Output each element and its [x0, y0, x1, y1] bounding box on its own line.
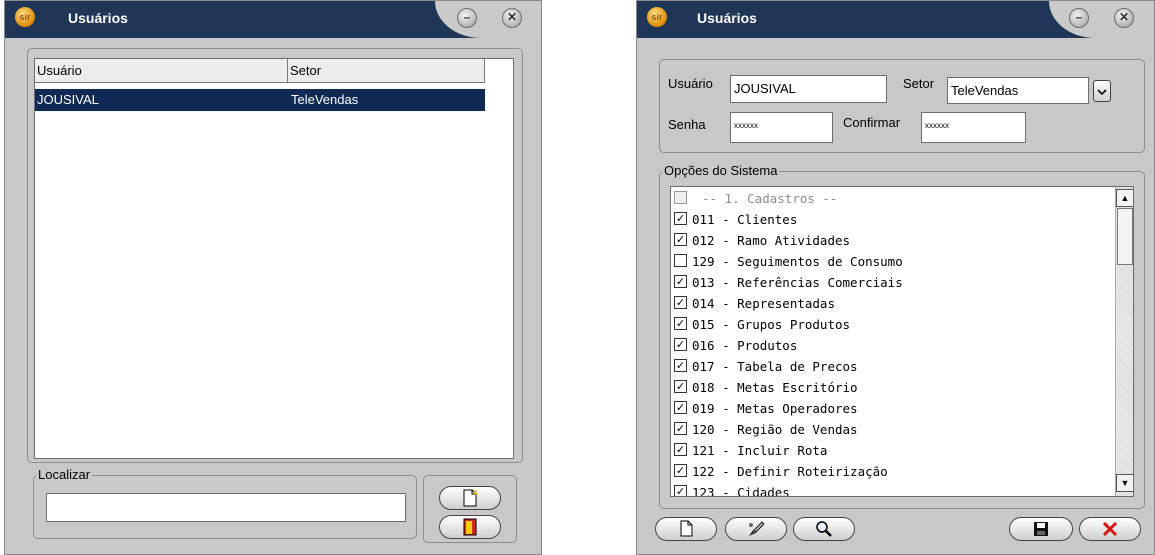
exit-door-icon	[463, 518, 477, 536]
window-title: Usuários	[697, 10, 757, 26]
users-grid-frame: Usuário Setor JOUSIVAL TeleVendas	[27, 48, 523, 463]
user-edit-window: sir Usuários – ✕ Usuário JOUSIVAL Setor …	[636, 0, 1155, 555]
search-icon	[816, 521, 832, 537]
confirmar-label: Confirmar	[843, 115, 901, 130]
option-checkbox[interactable]: ✓	[674, 338, 687, 351]
option-label: 012 - Ramo Atividades	[692, 233, 851, 248]
option-label: 120 - Região de Vendas	[692, 422, 858, 437]
window-title: Usuários	[68, 10, 128, 26]
senha-label: Senha	[668, 117, 706, 132]
new-document-icon	[680, 520, 693, 537]
search-legend: Localizar	[36, 467, 93, 482]
scrollbar-thumb[interactable]	[1117, 208, 1133, 265]
system-options-group: Opções do Sistema -- 1. Cadastros -- ✓ 011…	[659, 163, 1145, 509]
option-label: 016 - Produtos	[692, 338, 798, 353]
option-checkbox[interactable]	[674, 254, 687, 267]
option-label: 015 - Grupos Produtos	[692, 317, 851, 332]
new-document-icon	[463, 488, 479, 507]
option-checkbox[interactable]: ✓	[674, 443, 687, 456]
option-label: 011 - Clientes	[692, 212, 798, 227]
option-label: -- 1. Cadastros --	[702, 191, 838, 206]
exit-button[interactable]	[439, 515, 501, 539]
option-checkbox[interactable]: ✓	[674, 212, 687, 225]
cancel-button[interactable]	[1079, 517, 1141, 541]
table-row[interactable]: JOUSIVAL TeleVendas	[35, 89, 485, 111]
setor-dropdown-button[interactable]	[1093, 80, 1111, 102]
minimize-icon[interactable]: –	[457, 8, 477, 28]
user-form-group: Usuário JOUSIVAL Setor TeleVendas Senha …	[659, 59, 1145, 153]
option-label: 017 - Tabela de Precos	[692, 359, 858, 374]
save-disk-icon	[1034, 522, 1048, 536]
option-checkbox[interactable]: ✓	[674, 422, 687, 435]
setor-select[interactable]: TeleVendas	[947, 77, 1089, 104]
option-checkbox[interactable]: ✓	[674, 275, 687, 288]
senha-input[interactable]: xxxxxx	[730, 112, 833, 143]
option-checkbox[interactable]: ✓	[674, 317, 687, 330]
vertical-scrollbar[interactable]: ▲ ▼	[1115, 187, 1133, 496]
chevron-down-icon	[1097, 89, 1107, 96]
new-button[interactable]	[439, 486, 501, 510]
option-checkbox[interactable]: ✓	[674, 380, 687, 393]
option-checkbox[interactable]: ✓	[674, 359, 687, 372]
option-checkbox[interactable]: ✓	[674, 464, 687, 477]
cancel-x-icon	[1102, 521, 1118, 537]
option-checkbox[interactable]: ✓	[674, 401, 687, 414]
option-label: 129 - Seguimentos de Consumo	[692, 254, 903, 269]
title-bar: sir Usuários – ✕	[5, 1, 541, 38]
title-bar: sir Usuários – ✕	[637, 1, 1154, 38]
new-button[interactable]	[655, 517, 717, 541]
option-label: 122 - Definir Roteirização	[692, 464, 888, 479]
users-list-window: sir Usuários – ✕ Usuário Setor JOUSIVAL …	[4, 0, 542, 555]
edit-button[interactable]	[725, 517, 787, 541]
option-label: 013 - Referências Comerciais	[692, 275, 903, 290]
left-buttons-group	[423, 475, 517, 543]
system-options-list: -- 1. Cadastros -- ✓ 011 - Clientes ✓ 012 - …	[670, 186, 1134, 497]
minimize-icon[interactable]: –	[1069, 8, 1089, 28]
option-label: 014 - Representadas	[692, 296, 835, 311]
users-grid: Usuário Setor JOUSIVAL TeleVendas	[34, 58, 514, 459]
option-label: 018 - Metas Escritório	[692, 380, 858, 395]
scroll-up-icon[interactable]: ▲	[1116, 189, 1133, 207]
close-icon[interactable]: ✕	[1114, 8, 1134, 28]
option-label: 019 - Metas Operadores	[692, 401, 858, 416]
close-icon[interactable]: ✕	[502, 8, 522, 28]
system-options-legend: Opções do Sistema	[662, 163, 780, 178]
column-header-setor[interactable]: Setor	[288, 59, 485, 83]
edit-brush-icon	[749, 521, 765, 536]
option-checkbox[interactable]: ✓	[674, 485, 687, 496]
option-label: 121 - Incluir Rota	[692, 443, 828, 458]
sir-logo-icon: sir	[15, 7, 35, 27]
confirmar-input[interactable]: xxxxxx	[921, 112, 1026, 143]
setor-label: Setor	[903, 76, 935, 91]
cell-usuario: JOUSIVAL	[37, 92, 99, 107]
option-checkbox[interactable]: ✓	[674, 233, 687, 246]
options-list-content: -- 1. Cadastros -- ✓ 011 - Clientes ✓ 012 - …	[671, 188, 1111, 497]
save-button[interactable]	[1009, 517, 1073, 541]
search-group: Localizar	[33, 467, 417, 539]
cell-setor: TeleVendas	[291, 92, 359, 107]
column-header-usuario[interactable]: Usuário	[35, 59, 288, 83]
option-checkbox[interactable]	[674, 191, 687, 204]
option-checkbox[interactable]: ✓	[674, 296, 687, 309]
usuario-input[interactable]: JOUSIVAL	[730, 75, 887, 103]
search-input[interactable]	[46, 493, 406, 522]
option-label: 123 - Cidades	[692, 485, 790, 497]
scroll-down-icon[interactable]: ▼	[1116, 474, 1133, 492]
sir-logo-icon: sir	[647, 7, 667, 27]
usuario-label: Usuário	[668, 76, 713, 91]
search-button[interactable]	[793, 517, 855, 541]
